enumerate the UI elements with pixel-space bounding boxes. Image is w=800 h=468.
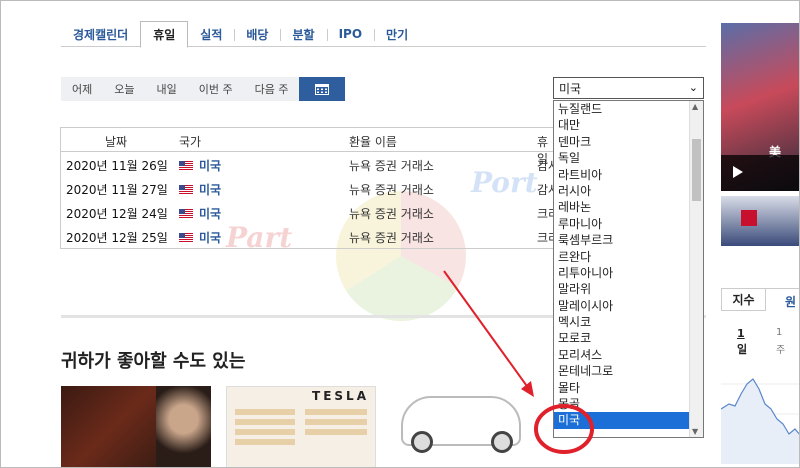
header-date: 날짜 — [105, 135, 128, 149]
country-option[interactable]: 레바논 — [554, 199, 703, 215]
infographic-bar — [305, 419, 367, 425]
us-flag-icon — [179, 209, 193, 218]
this-week-button[interactable]: 이번 주 — [188, 77, 244, 101]
tab-economic-calendar[interactable]: 경제캘린더 — [61, 21, 140, 47]
country-option[interactable]: 리투아니아 — [554, 265, 703, 281]
country-option[interactable]: 독일 — [554, 150, 703, 166]
scroll-down-icon[interactable]: ▼ — [692, 427, 698, 436]
country-option[interactable]: 모로코 — [554, 330, 703, 346]
page: 경제캘린더 휴일 실적 배당 분할 IPO 만기 어제 오늘 내일 이번 주 다… — [0, 0, 800, 468]
tomorrow-button[interactable]: 내일 — [146, 77, 188, 101]
infographic-bar — [235, 409, 295, 415]
country-option[interactable]: 멕시코 — [554, 314, 703, 330]
play-icon[interactable] — [733, 166, 743, 178]
row-country-link[interactable]: 미국 — [199, 229, 221, 246]
country-option[interactable]: 대만 — [554, 117, 703, 133]
us-flag-icon — [179, 161, 193, 170]
country-select-value: 미국 — [559, 81, 582, 96]
flag-icon — [741, 210, 757, 226]
index-widget: 지수 원 1 일 1 주 — [721, 288, 799, 467]
today-button[interactable]: 오늘 — [103, 77, 145, 101]
recommendations-title: 귀하가 좋아할 수도 있는 — [61, 351, 246, 372]
infographic-bar — [305, 429, 367, 435]
tab-expiration[interactable]: 만기 — [374, 21, 420, 47]
infographic-bar — [235, 439, 295, 445]
country-option[interactable]: 몬테네그로 — [554, 363, 703, 379]
row-country-link[interactable]: 미국 — [199, 157, 221, 174]
video-thumbnail[interactable]: 美 — [721, 23, 799, 191]
us-flag-icon — [179, 185, 193, 194]
person-photo — [156, 386, 211, 467]
row-date: 2020년 11월 27일 — [66, 183, 168, 197]
country-option[interactable]: 덴마크 — [554, 134, 703, 150]
row-exchange: 뉴욕 증권 거래소 — [349, 231, 434, 245]
country-option[interactable]: 러시아 — [554, 183, 703, 199]
tab-earnings[interactable]: 실적 — [188, 21, 234, 47]
us-flag-icon — [179, 233, 193, 242]
infographic-bar — [235, 419, 295, 425]
chevron-down-icon: ⌄ — [688, 81, 698, 94]
tab-ipo[interactable]: IPO — [326, 21, 374, 47]
table-row: 2020년 12월 24일 미국 뉴욕 증권 거래소 크리 — [61, 200, 559, 224]
header-exchange: 환율 이름 — [349, 135, 397, 149]
country-dropdown-list[interactable]: 뉴질랜드 대만 덴마크 독일 라트비아 러시아 레바논 루마니아 룩셈부르크 르… — [553, 100, 704, 438]
table-row: 2020년 12월 25일 미국 뉴욕 증권 거래소 크리 — [61, 224, 559, 248]
country-option[interactable]: 라트비아 — [554, 167, 703, 183]
holiday-table: 날짜 국가 환율 이름 휴일 2020년 11월 26일 미국 뉴욕 증권 거래… — [60, 127, 559, 249]
wheel-icon — [411, 431, 433, 453]
period-1d-top[interactable]: 1 — [737, 327, 745, 340]
country-option[interactable]: 몰타 — [554, 380, 703, 396]
infographic-bar — [235, 429, 295, 435]
tab-index[interactable]: 지수 — [721, 289, 766, 311]
calendar-button[interactable] — [299, 77, 346, 101]
article-thumbnail-3[interactable] — [391, 386, 541, 467]
article-thumbnail-1[interactable] — [61, 386, 211, 467]
table-row: 2020년 11월 26일 미국 뉴욕 증권 거래소 감사 — [61, 152, 559, 176]
table-row: 2020년 11월 27일 미국 뉴욕 증권 거래소 감사 — [61, 176, 559, 200]
tab-splits[interactable]: 분할 — [280, 21, 326, 47]
period-1d-bottom[interactable]: 일 — [737, 341, 747, 357]
country-option-selected[interactable]: 미국 — [554, 412, 703, 429]
row-date: 2020년 12월 25일 — [66, 231, 168, 245]
period-1w-bottom[interactable]: 주 — [776, 341, 785, 356]
row-country-link[interactable]: 미국 — [199, 205, 221, 222]
row-country-link[interactable]: 미국 — [199, 181, 221, 198]
country-option[interactable]: 르완다 — [554, 249, 703, 265]
tab-currency[interactable]: 원 — [785, 293, 796, 310]
row-exchange: 뉴욕 증권 거래소 — [349, 159, 434, 173]
country-select[interactable]: 미국 ⌄ — [553, 77, 704, 99]
calendar-icon — [315, 84, 330, 95]
country-option[interactable]: 루마니아 — [554, 216, 703, 232]
country-option[interactable]: 모리셔스 — [554, 347, 703, 363]
row-date: 2020년 12월 24일 — [66, 207, 168, 221]
table-header: 날짜 국가 환율 이름 휴일 — [61, 128, 557, 166]
next-week-button[interactable]: 다음 주 — [244, 77, 300, 101]
video-thumbnail-2[interactable] — [721, 196, 799, 246]
infographic-bar — [305, 409, 367, 415]
row-exchange: 뉴욕 증권 거래소 — [349, 183, 434, 197]
country-option[interactable]: 뉴질랜드 — [554, 101, 703, 117]
row-date: 2020년 11월 26일 — [66, 159, 168, 173]
period-1w-top[interactable]: 1 — [776, 327, 782, 338]
tab-holidays[interactable]: 휴일 — [140, 21, 189, 48]
date-filter: 어제 오늘 내일 이번 주 다음 주 — [61, 77, 346, 101]
row-exchange: 뉴욕 증권 거래소 — [349, 207, 434, 221]
right-sidebar: 美 지수 원 1 일 1 주 — [721, 1, 799, 467]
scroll-up-icon[interactable]: ▲ — [692, 102, 698, 111]
country-option[interactable]: 룩셈부르크 — [554, 232, 703, 248]
scrollbar-thumb[interactable] — [692, 139, 701, 201]
calendar-tabs: 경제캘린더 휴일 실적 배당 분할 IPO 만기 — [61, 21, 706, 48]
yesterday-button[interactable]: 어제 — [61, 77, 103, 101]
country-option[interactable]: 몽골 — [554, 396, 703, 412]
dropdown-scrollbar[interactable]: ▲ ▼ — [689, 101, 703, 437]
country-option[interactable]: 말레이시아 — [554, 298, 703, 314]
article-thumbnail-2[interactable]: TESLA — [226, 386, 376, 467]
tesla-logo-text: TESLA — [312, 389, 369, 403]
wheel-icon — [491, 431, 513, 453]
header-country: 국가 — [179, 135, 202, 149]
country-option[interactable]: 말라위 — [554, 281, 703, 297]
mini-index-chart — [721, 378, 799, 464]
tab-dividends[interactable]: 배당 — [234, 21, 280, 47]
